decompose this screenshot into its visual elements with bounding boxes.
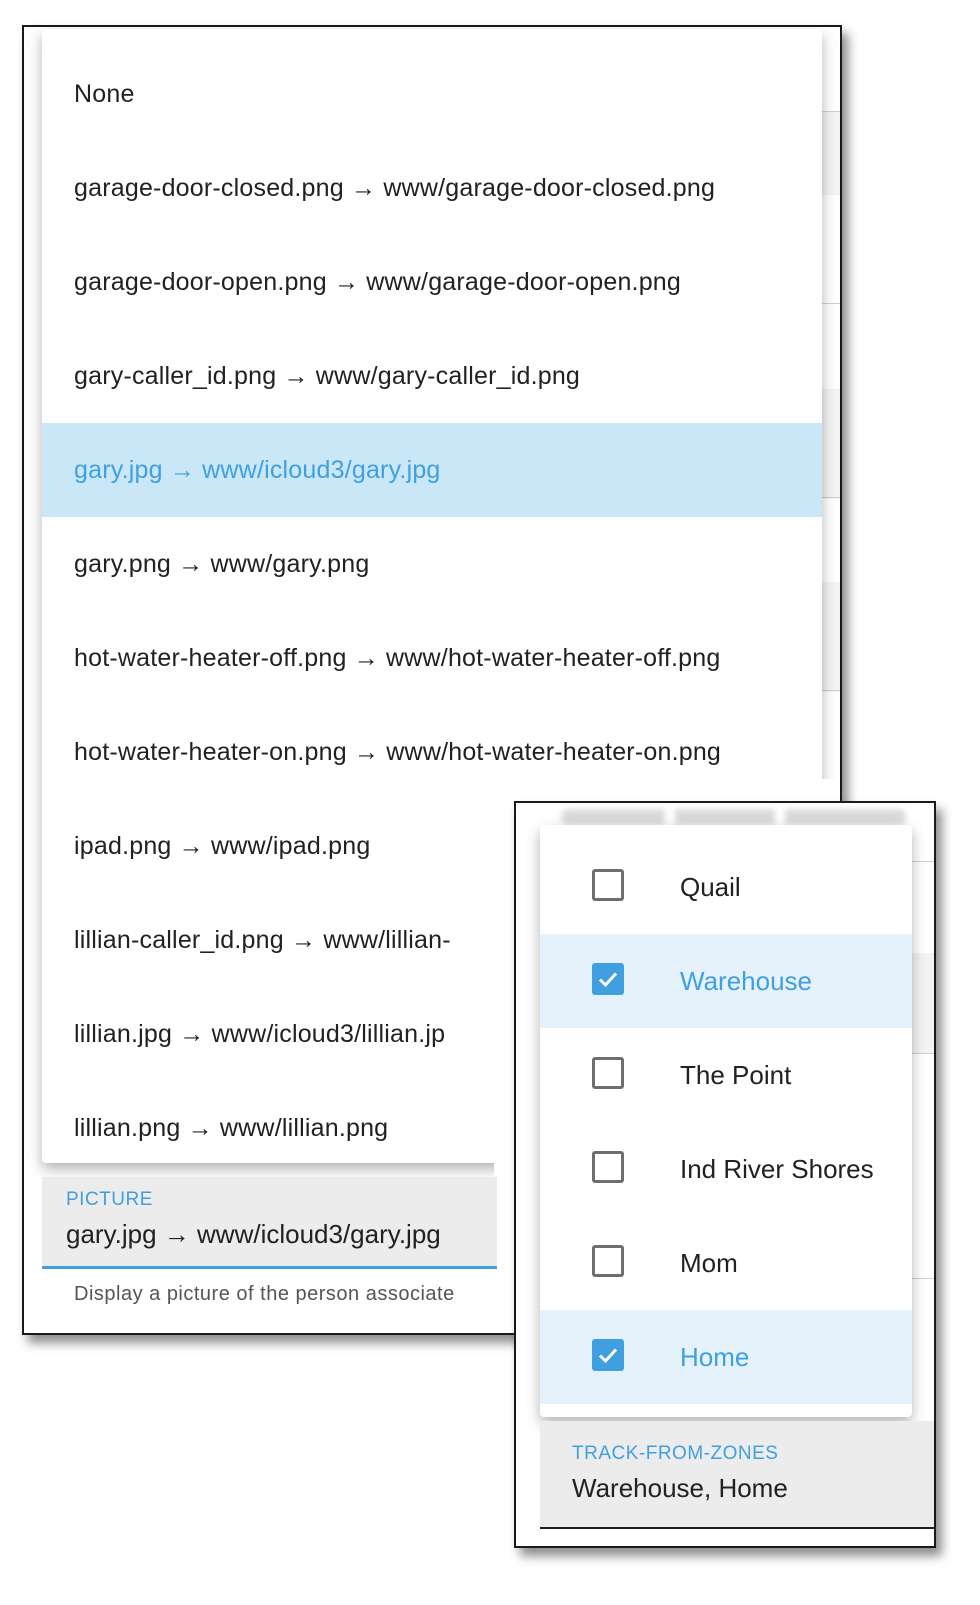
zone-option[interactable]: Home (540, 1310, 912, 1404)
background-row (822, 111, 840, 195)
picture-option[interactable]: garage-door-open.png → www/garage-door-o… (42, 235, 822, 329)
picture-option[interactable]: gary-caller_id.png → www/gary-caller_id.… (42, 329, 822, 423)
zones-screenshot-frame: Quail Warehouse The Point Ind River Shores M… (514, 801, 936, 1548)
background-row (822, 389, 840, 499)
picture-field-underline (42, 1266, 497, 1269)
picture-option[interactable]: None (42, 47, 822, 141)
zone-option[interactable]: Ind River Shores (540, 1122, 912, 1216)
picture-option[interactable]: gary.jpg → www/icloud3/gary.jpg (42, 423, 822, 517)
zone-option[interactable]: Quail (540, 840, 912, 934)
background-divider (822, 497, 840, 498)
background-row (822, 582, 840, 692)
zone-option-label: The Point (680, 1060, 792, 1090)
zones-field-underline (540, 1527, 934, 1529)
picture-option[interactable]: gary.png → www/gary.png (42, 517, 822, 611)
background-divider (912, 1278, 934, 1279)
checkbox-checked-icon[interactable] (592, 1339, 624, 1371)
checkbox-unchecked-icon[interactable] (592, 1151, 624, 1183)
track-from-zones-field[interactable]: TRACK-FROM-ZONES Warehouse, Home (540, 1421, 934, 1529)
background-row (912, 953, 934, 1053)
zone-option-label: Quail (680, 872, 741, 902)
checkbox-unchecked-icon[interactable] (592, 869, 624, 901)
picture-field-value: gary.jpg → www/icloud3/gary.jpg (66, 1219, 441, 1249)
background-divider (912, 861, 934, 862)
zone-option-label: Warehouse (680, 966, 812, 996)
zone-option[interactable]: Mom (540, 1216, 912, 1310)
picture-select-field[interactable]: PICTURE gary.jpg → www/icloud3/gary.jpg (42, 1177, 497, 1269)
picture-option[interactable]: hot-water-heater-off.png → www/hot-water… (42, 611, 822, 705)
checkbox-unchecked-icon[interactable] (592, 1057, 624, 1089)
checkmark-icon (598, 1348, 618, 1364)
zone-option-label: Home (680, 1342, 750, 1372)
checkbox-checked-icon[interactable] (592, 963, 624, 995)
zone-option[interactable]: The Point (540, 1028, 912, 1122)
background-divider (822, 111, 840, 112)
background-divider (912, 1053, 934, 1054)
zone-option-list: Quail Warehouse The Point Ind River Shores M… (540, 840, 912, 1404)
picture-field-label: PICTURE (66, 1189, 153, 1210)
zone-option-label: Mom (680, 1248, 738, 1278)
zones-field-value: Warehouse, Home (572, 1473, 788, 1503)
zone-option-label: Ind River Shores (680, 1154, 874, 1184)
checkbox-unchecked-icon[interactable] (592, 1245, 624, 1277)
background-divider (822, 303, 840, 304)
zones-dropdown-menu: Quail Warehouse The Point Ind River Shores M… (540, 825, 912, 1417)
picture-option[interactable]: garage-door-closed.png → www/garage-door… (42, 141, 822, 235)
background-divider (822, 690, 840, 691)
checkmark-icon (598, 972, 618, 988)
zone-option[interactable]: Warehouse (540, 934, 912, 1028)
blurred-background-text (561, 809, 906, 825)
picture-helper-text: Display a picture of the person associat… (74, 1283, 455, 1305)
zones-field-label: TRACK-FROM-ZONES (572, 1443, 779, 1464)
